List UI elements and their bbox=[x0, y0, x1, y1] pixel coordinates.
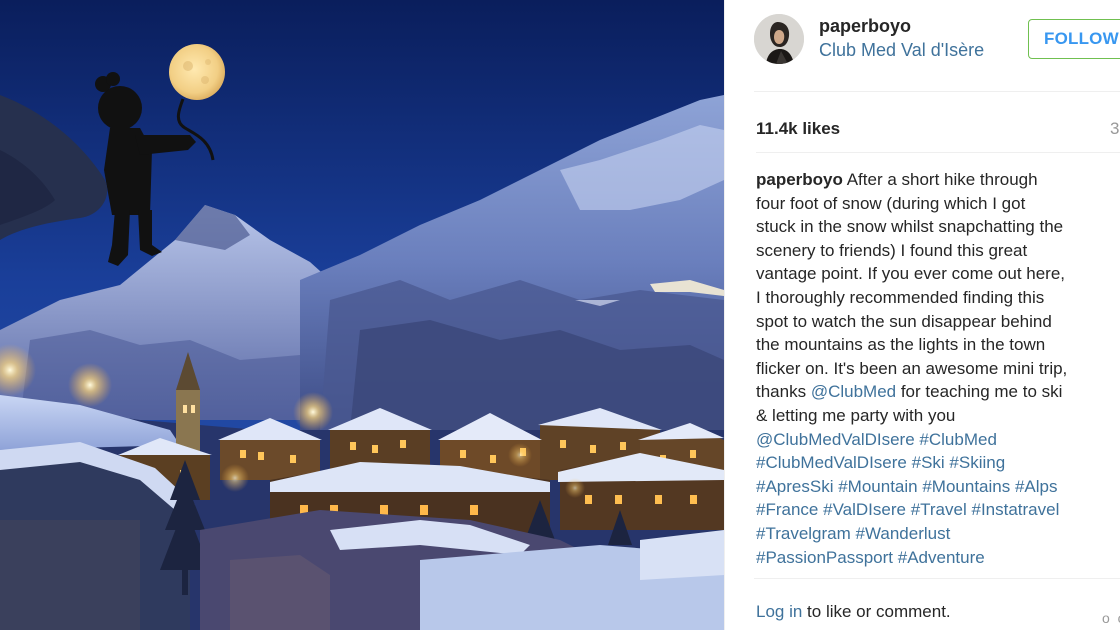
caption-line: paperboyo After a short hike through bbox=[756, 168, 1120, 192]
photo-scene bbox=[0, 0, 724, 630]
post-photo[interactable] bbox=[0, 0, 724, 630]
hashtag-link[interactable]: #Instatravel bbox=[971, 500, 1059, 519]
caption-text: four foot of snow (during which I got bbox=[756, 193, 1026, 213]
caption-text: vantage point. If you ever come out here… bbox=[756, 264, 1066, 284]
hashtag-link[interactable]: #Ski bbox=[912, 453, 945, 472]
caption-text: thanks bbox=[756, 382, 811, 402]
caption-line: #Travelgram #Wanderlust bbox=[756, 522, 1120, 546]
caption-text: stuck in the snow whilst snapchatting th… bbox=[756, 217, 1064, 237]
hashtag-link[interactable]: #ApresSki bbox=[756, 477, 833, 496]
caption-line: #ApresSki #Mountain #Mountains #Alps bbox=[756, 475, 1120, 499]
caption-line: I thoroughly recommended finding this bbox=[756, 286, 1120, 310]
hashtag-link[interactable]: #Skiing bbox=[949, 453, 1005, 472]
hashtag-link[interactable]: #Mountain bbox=[838, 477, 917, 496]
username-link[interactable]: paperboyo bbox=[819, 16, 911, 37]
caption-line: vantage point. If you ever come out here… bbox=[756, 262, 1120, 286]
follow-button[interactable]: FOLLOW bbox=[1028, 19, 1120, 59]
hashtag-link[interactable]: #Travel bbox=[911, 500, 967, 519]
location-link[interactable]: Club Med Val d'Isère bbox=[819, 40, 984, 61]
likes-divider bbox=[756, 152, 1120, 153]
hashtag-link[interactable]: #PassionPassport bbox=[756, 548, 893, 567]
post-timestamp[interactable]: 3 bbox=[1110, 119, 1119, 139]
caption-text: & letting me party with you bbox=[756, 405, 956, 425]
mention-link[interactable]: @ClubMed bbox=[811, 382, 896, 401]
caption-text: scenery to friends) I found this great bbox=[756, 240, 1028, 260]
login-link[interactable]: Log in bbox=[756, 602, 802, 621]
login-prompt: Log in to like or comment. bbox=[756, 602, 951, 622]
caption-line: scenery to friends) I found this great bbox=[756, 239, 1120, 263]
avatar[interactable] bbox=[754, 14, 804, 64]
caption-line: four foot of snow (during which I got bbox=[756, 192, 1120, 216]
comments-divider bbox=[754, 578, 1120, 579]
caption-username-link[interactable]: paperboyo bbox=[756, 170, 843, 189]
login-prompt-text: to like or comment. bbox=[802, 602, 951, 621]
hashtag-link[interactable]: #ValDIsere bbox=[823, 500, 906, 519]
hashtag-link[interactable]: #Travelgram bbox=[756, 524, 851, 543]
caption-text: flicker on. It's been an awesome mini tr… bbox=[756, 358, 1068, 378]
caption-line: @ClubMedValDIsere #ClubMed bbox=[756, 428, 1120, 452]
caption-text: the mountains as the lights in the town bbox=[756, 335, 1046, 355]
like-count[interactable]: 11.4k likes bbox=[756, 119, 840, 139]
hashtag-link[interactable]: #ClubMed bbox=[919, 430, 997, 449]
caption-line: #ClubMedValDIsere #Ski #Skiing bbox=[756, 451, 1120, 475]
hashtag-link[interactable]: #Alps bbox=[1015, 477, 1058, 496]
caption-text: I thoroughly recommended finding this bbox=[756, 287, 1045, 307]
caption-line: spot to watch the sun disappear behind bbox=[756, 310, 1120, 334]
hashtag-link[interactable]: #Mountains bbox=[922, 477, 1010, 496]
caption-line: #France #ValDIsere #Travel #Instatravel bbox=[756, 498, 1120, 522]
caption-line: stuck in the snow whilst snapchatting th… bbox=[756, 215, 1120, 239]
avatar-photo-icon bbox=[754, 14, 804, 64]
caption-line: the mountains as the lights in the town bbox=[756, 333, 1120, 357]
header-divider bbox=[754, 91, 1120, 92]
post-caption: paperboyo After a short hike through four… bbox=[756, 168, 1120, 569]
mention-link[interactable]: @ClubMedValDIsere bbox=[756, 430, 915, 449]
caption-text: After a short hike through bbox=[846, 170, 1038, 189]
caption-text: spot to watch the sun disappear behind bbox=[756, 311, 1052, 331]
hashtag-link[interactable]: #Wanderlust bbox=[856, 524, 951, 543]
hashtag-link[interactable]: #France bbox=[756, 500, 818, 519]
caption-line: #PassionPassport #Adventure bbox=[756, 546, 1120, 570]
caption-line: thanks @ClubMed for teaching me to ski bbox=[756, 380, 1120, 404]
hashtag-link[interactable]: #Adventure bbox=[898, 548, 985, 567]
caption-line: & letting me party with you bbox=[756, 404, 1120, 428]
caption-line: flicker on. It's been an awesome mini tr… bbox=[756, 357, 1120, 381]
more-options-icon[interactable]: o o bbox=[1102, 610, 1120, 626]
hashtag-link[interactable]: #ClubMedValDIsere bbox=[756, 453, 907, 472]
caption-text: for teaching me to ski bbox=[896, 382, 1063, 402]
